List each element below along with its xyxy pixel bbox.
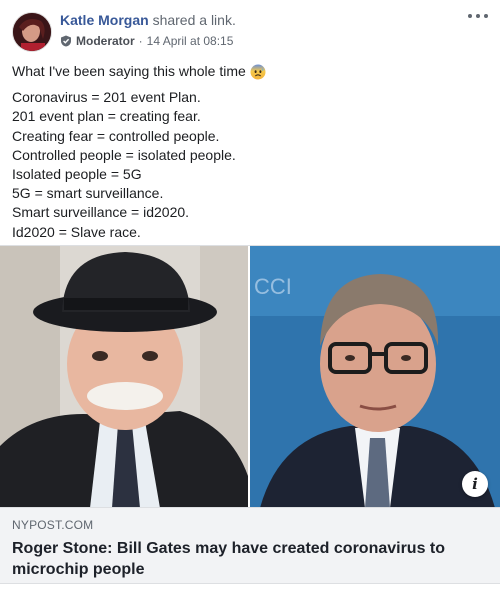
more-dot	[484, 14, 488, 18]
post-meta: Moderator · 14 April at 08:15	[60, 34, 233, 48]
link-domain: NYPOST.COM	[12, 518, 94, 532]
post-intro: What I've been saying this whole time	[12, 62, 488, 81]
link-caption[interactable]: NYPOST.COM Roger Stone: Bill Gates may h…	[0, 507, 500, 584]
more-dot	[468, 14, 472, 18]
link-preview-image[interactable]: CCI i	[0, 245, 500, 507]
author-line: Katle Morgan shared a link.	[60, 12, 236, 28]
post-header: Katle Morgan shared a link. Moderator · …	[0, 0, 500, 56]
post-line: Creating fear = controlled people.	[12, 127, 220, 144]
post-line: Id2020 = Slave race.	[12, 223, 141, 240]
post-line: Controlled people = isolated people.	[12, 146, 236, 163]
link-title[interactable]: Roger Stone: Bill Gates may have created…	[12, 538, 488, 580]
post-line: Isolated people = 5G	[12, 166, 142, 183]
avatar[interactable]	[12, 12, 52, 52]
post-line: Coronavirus = 201 event Plan.	[12, 89, 201, 106]
intro-text: What I've been saying this whole time	[12, 63, 246, 79]
post-message: What I've been saying this whole time Co…	[12, 62, 488, 242]
more-dot	[476, 14, 480, 18]
more-options-icon[interactable]	[466, 8, 490, 24]
photo-man-in-glasses: CCI	[250, 246, 500, 507]
post-line: Smart surveillance = id2020.	[12, 204, 190, 221]
post-line: 5G = smart surveillance.	[12, 185, 164, 202]
post-action-text: shared a link.	[148, 12, 236, 28]
photo-man-in-hat	[0, 246, 248, 507]
svg-text:CCI: CCI	[254, 274, 292, 299]
anxious-face-emoji-icon	[250, 64, 266, 80]
feed-post: Katle Morgan shared a link. Moderator · …	[0, 0, 500, 591]
author-name-link[interactable]: Katle Morgan	[60, 12, 149, 28]
post-line: 201 event plan = creating fear.	[12, 108, 201, 125]
post-timestamp[interactable]: 14 April at 08:15	[147, 34, 234, 48]
meta-separator: ·	[138, 34, 143, 48]
moderator-badge-label: Moderator	[76, 34, 135, 48]
moderator-badge-icon	[60, 35, 72, 47]
info-icon[interactable]: i	[462, 471, 488, 497]
